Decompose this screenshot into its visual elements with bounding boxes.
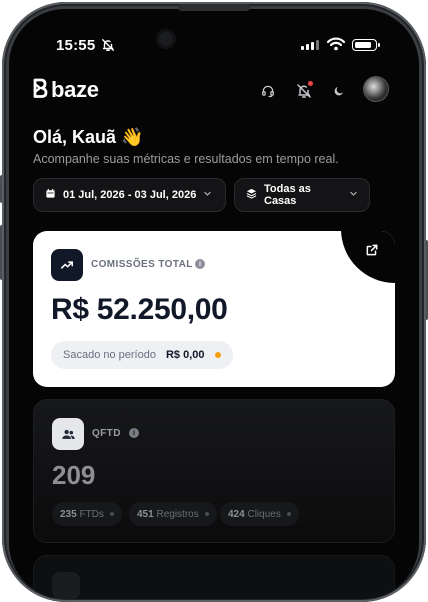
info-icon[interactable]: i <box>129 428 139 438</box>
info-icon[interactable]: i <box>195 259 205 269</box>
calendar-icon <box>45 188 56 202</box>
withdrawn-value: R$ 0,00 <box>165 349 205 361</box>
cellular-signal-icon <box>301 40 319 50</box>
commissions-label: COMISSÕES TOTAL <box>91 259 193 270</box>
casas-selector[interactable]: Todas as Casas <box>234 178 370 212</box>
brand-name: baze <box>51 77 99 102</box>
chip-dot <box>204 512 209 516</box>
date-range-picker[interactable]: 01 Jul, 2026 - 03 Jul, 2026 <box>33 178 226 212</box>
speaker <box>178 4 250 11</box>
qftd-value: 209 <box>52 460 96 490</box>
status-bar: 15:55 <box>9 9 419 69</box>
battery-icon <box>352 39 380 51</box>
brand-mark-icon <box>32 78 48 103</box>
layers-icon <box>246 188 257 202</box>
chip-label: Registros <box>156 508 199 520</box>
qftd-card: QFTD i 209 235 FTDs 451 Registros 424 Cl… <box>33 399 395 543</box>
chevron-down-icon <box>203 189 212 201</box>
phone-frame: 15:55 baze Olá, Kauã 👋 Acompanhe suas mé… <box>0 0 428 602</box>
withdrawn-badge: Sacado no período R$ 0,00 <box>51 341 233 369</box>
ftds-chip: 235 FTDs <box>52 502 122 526</box>
withdrawn-label: Sacado no período <box>63 349 156 361</box>
dark-mode-moon-icon[interactable] <box>327 79 351 103</box>
notification-dot <box>308 81 313 86</box>
front-camera <box>156 29 176 49</box>
users-icon <box>52 418 84 450</box>
chevron-down-icon <box>349 189 358 201</box>
cliques-chip: 424 Cliques <box>220 502 299 526</box>
next-card-peek <box>33 555 395 599</box>
greeting-title: Olá, Kauã 👋 <box>33 127 144 147</box>
chip-dot <box>286 512 291 516</box>
notifications-muted-icon[interactable] <box>292 79 316 103</box>
wifi-icon <box>326 37 346 56</box>
status-dot <box>214 352 221 358</box>
qftd-label: QFTD <box>92 428 121 439</box>
casas-label: Todas as Casas <box>264 183 311 207</box>
chip-value: 451 <box>137 508 154 520</box>
trending-up-icon <box>51 249 83 281</box>
date-range-label: 01 Jul, 2026 - 03 Jul, 2026 <box>63 189 197 201</box>
chip-label: Cliques <box>247 508 281 520</box>
screen: 15:55 baze Olá, Kauã 👋 Acompanhe suas mé… <box>9 9 419 599</box>
card-icon-box <box>52 572 80 599</box>
status-time: 15:55 <box>56 37 96 54</box>
bell-off-icon <box>101 38 115 57</box>
brand-logo[interactable]: baze <box>32 77 99 103</box>
commissions-amount: R$ 52.250,00 <box>51 293 228 326</box>
chip-label: FTDs <box>79 508 104 520</box>
user-avatar[interactable] <box>363 76 389 102</box>
chip-value: 235 <box>60 508 77 520</box>
registros-chip: 451 Registros <box>129 502 217 526</box>
commissions-card: COMISSÕES TOTAL i R$ 52.250,00 Sacado no… <box>33 231 395 387</box>
chip-dot <box>109 512 114 516</box>
support-headset-icon[interactable] <box>256 79 280 103</box>
external-link-icon[interactable] <box>365 243 379 262</box>
greeting-subtitle: Acompanhe suas métricas e resultados em … <box>33 152 339 166</box>
chip-value: 424 <box>228 508 245 520</box>
